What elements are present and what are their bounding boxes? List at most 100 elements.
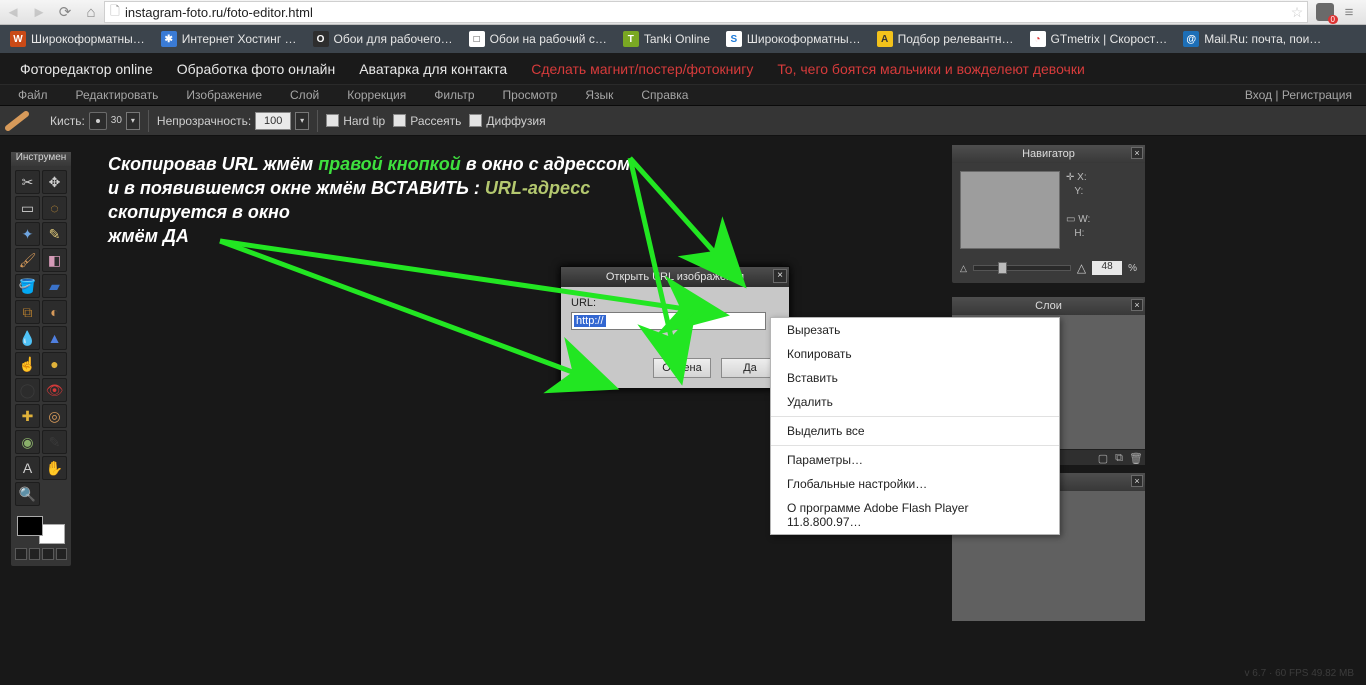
cancel-button[interactable]: Отмена (653, 358, 711, 378)
smudge-icon[interactable]: ☝ (15, 352, 40, 376)
menu-item[interactable]: Редактировать (62, 88, 173, 102)
context-item[interactable]: О программе Adobe Flash Player 11.8.800.… (771, 496, 1059, 534)
bookmark-item[interactable]: SШирокоформатны… (720, 29, 867, 49)
bloat-icon[interactable]: ◎ (42, 404, 67, 428)
gradient-icon[interactable]: ▰ (42, 274, 67, 298)
copy-layer-icon[interactable]: ⧉ (1113, 452, 1125, 464)
context-item[interactable]: Удалить (771, 390, 1059, 414)
replace-icon[interactable]: ◐ (42, 300, 67, 324)
new-layer-icon[interactable]: ▢ (1097, 452, 1109, 464)
scatter-checkbox[interactable]: Рассеять (393, 114, 461, 128)
context-item[interactable]: Вырезать (771, 318, 1059, 342)
menu-item[interactable]: Слой (276, 88, 333, 102)
site-nav-item[interactable]: То, чего боятся мальчики и вожделеют дев… (765, 61, 1096, 77)
opacity-dropdown-icon[interactable]: ▾ (295, 112, 309, 130)
type-icon[interactable]: A (15, 456, 40, 480)
blur-icon[interactable]: 💧 (15, 326, 40, 350)
favicon: О (313, 31, 329, 47)
open-url-dialog: Открыть URL изображения× URL: http:// От… (560, 266, 790, 389)
mini-2[interactable] (29, 548, 41, 560)
zoom-slider[interactable] (973, 265, 1071, 271)
close-icon[interactable]: × (1131, 147, 1143, 159)
sponge-icon[interactable]: ● (42, 352, 67, 376)
site-nav-item[interactable]: Сделать магнит/постер/фотокнигу (519, 61, 765, 77)
spot-icon[interactable]: ✚ (15, 404, 40, 428)
fg-color[interactable] (17, 516, 43, 536)
zoom-value[interactable]: 48 (1092, 261, 1122, 275)
close-icon[interactable]: × (773, 269, 787, 283)
brush-dropdown-icon[interactable]: ▾ (126, 112, 140, 130)
diffuse-checkbox[interactable]: Диффузия (469, 114, 545, 128)
bookmark-item[interactable]: □Обои на рабочий с… (463, 29, 613, 49)
instruction-text: Скопировав URL жмём правой кнопкой в окн… (108, 152, 688, 248)
brush-preview[interactable] (89, 112, 107, 130)
menu-item[interactable]: Язык (571, 88, 627, 102)
back-icon[interactable]: ◄ (4, 3, 22, 21)
site-nav: Фоторедактор onlineОбработка фото онлайн… (0, 53, 1366, 84)
context-item[interactable]: Выделить все (771, 419, 1059, 443)
site-nav-item[interactable]: Фоторедактор online (8, 61, 165, 77)
hand-icon[interactable]: ✋ (42, 456, 67, 480)
navigator-info: ✛ X: Y: ▭ W: H: (1066, 171, 1090, 249)
eraser-icon[interactable]: ◧ (42, 248, 67, 272)
navigator-thumb[interactable] (960, 171, 1060, 249)
mini-1[interactable] (15, 548, 27, 560)
bookmark-star-icon[interactable]: ☆ (1287, 4, 1307, 21)
close-icon[interactable]: × (1131, 475, 1143, 487)
clone-icon[interactable]: ⧉ (15, 300, 40, 324)
url-input[interactable]: http:// (571, 312, 766, 330)
menu-item[interactable]: Справка (627, 88, 702, 102)
context-item[interactable]: Копировать (771, 342, 1059, 366)
bookmark-item[interactable]: WШирокоформатны… (4, 29, 151, 49)
picker-icon[interactable]: ✎ (42, 430, 67, 454)
navigator-title: Навигатор (1022, 148, 1075, 160)
context-item[interactable]: Глобальные настройки… (771, 472, 1059, 496)
menu-item[interactable]: Изображение (172, 88, 276, 102)
bucket-icon[interactable]: 🪣 (15, 274, 40, 298)
hardtip-checkbox[interactable]: Hard tip (326, 114, 385, 128)
site-nav-item[interactable]: Обработка фото онлайн (165, 61, 347, 77)
menu-item[interactable]: Просмотр (489, 88, 572, 102)
sharpen-icon[interactable]: ▲ (42, 326, 67, 350)
bookmarks-bar: WШирокоформатны…✱Интернет Хостинг …ООбои… (0, 25, 1366, 53)
bookmark-item[interactable]: TTanki Online (617, 29, 716, 49)
lasso-icon[interactable]: ◌ (42, 196, 67, 220)
menu-item[interactable]: Файл (4, 88, 62, 102)
home-icon[interactable]: ⌂ (82, 3, 100, 21)
mini-3[interactable] (42, 548, 54, 560)
extension-icon[interactable]: 0 (1316, 3, 1334, 21)
brush-size: 30 (111, 115, 122, 126)
move-icon[interactable]: ✥ (42, 170, 67, 194)
auth-links[interactable]: Вход | Регистрация (1245, 88, 1362, 102)
crop-icon[interactable]: ✂ (15, 170, 40, 194)
bookmark-item[interactable]: ООбои для рабочего… (307, 29, 459, 49)
address-bar[interactable]: 🗋 instagram-foto.ru/foto-editor.html ☆ (104, 1, 1308, 23)
bookmark-item[interactable]: ✱Интернет Хостинг … (155, 29, 303, 49)
color-swatches[interactable] (15, 516, 67, 544)
pinch-icon[interactable]: ◉ (15, 430, 40, 454)
marquee-icon[interactable]: ▭ (15, 196, 40, 220)
reload-icon[interactable]: ⟳ (56, 3, 74, 21)
tools-title: Инструмен (11, 152, 71, 166)
bookmark-item[interactable]: ◔GTmetrix | Скорост… (1024, 29, 1174, 49)
wand-icon[interactable]: ✦ (15, 222, 40, 246)
forward-icon[interactable]: ► (30, 3, 48, 21)
delete-layer-icon[interactable]: 🗑 (1129, 452, 1141, 464)
bookmark-item[interactable]: АПодбор релевантн… (871, 29, 1020, 49)
pencil-icon[interactable]: ✎ (42, 222, 67, 246)
redeye-icon[interactable]: 👁 (42, 378, 67, 402)
menu-icon[interactable]: ≡ (1340, 3, 1358, 21)
context-item[interactable]: Параметры… (771, 448, 1059, 472)
site-nav-item[interactable]: Аватарка для контакта (347, 61, 519, 77)
context-item[interactable]: Вставить (771, 366, 1059, 390)
menu-item[interactable]: Коррекция (333, 88, 420, 102)
close-icon[interactable]: × (1131, 299, 1143, 311)
bookmark-item[interactable]: @Mail.Ru: почта, пои… (1177, 29, 1327, 49)
work-area: Инструмен ✂✥▭◌✦✎🖌◧🪣▰⧉◐💧▲☝●◯👁✚◎◉✎A✋🔍 Нави… (0, 136, 1366, 685)
dodge-icon[interactable]: ◯ (15, 378, 40, 402)
mini-4[interactable] (56, 548, 68, 560)
zoom-icon[interactable]: 🔍 (15, 482, 40, 506)
menu-item[interactable]: Фильтр (420, 88, 488, 102)
opacity-input[interactable]: 100 (255, 112, 291, 130)
brush-icon[interactable]: 🖌 (15, 248, 40, 272)
